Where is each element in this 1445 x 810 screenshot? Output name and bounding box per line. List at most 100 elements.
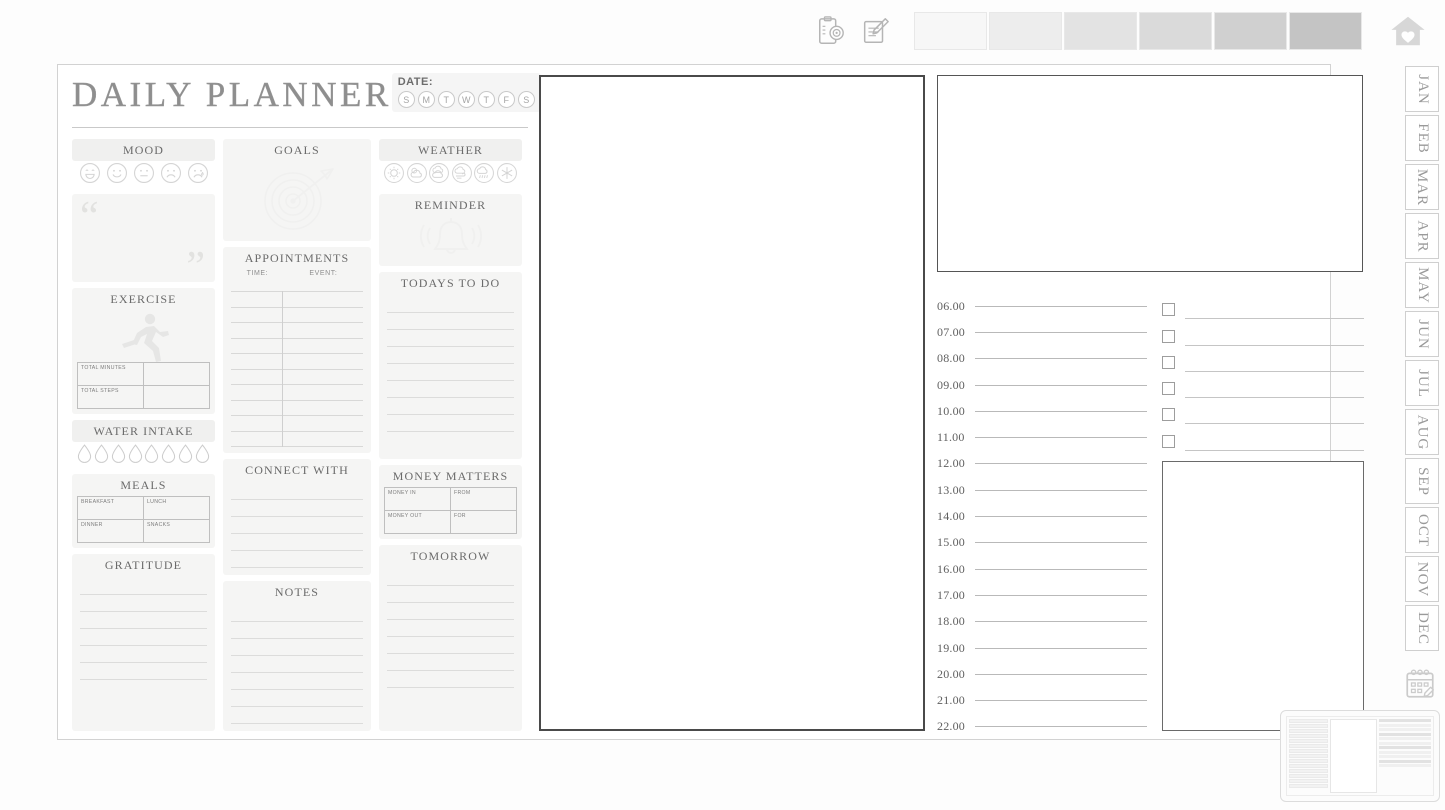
task-write-line[interactable] (1185, 370, 1364, 372)
write-line[interactable] (387, 329, 514, 330)
hour-row[interactable]: 22.00 (937, 714, 1147, 740)
hour-row[interactable]: 07.00 (937, 319, 1147, 345)
goals-card[interactable]: GOALS (223, 139, 371, 241)
connect-lines[interactable] (223, 481, 371, 575)
hour-row[interactable]: 20.00 (937, 661, 1147, 687)
hour-row[interactable]: 11.00 (937, 424, 1147, 450)
hour-row[interactable]: 09.00 (937, 372, 1147, 398)
write-line[interactable] (387, 601, 514, 603)
goal-clipboard-icon[interactable] (816, 16, 846, 46)
color-swatch-3[interactable] (1064, 12, 1137, 50)
hour-row[interactable]: 08.00 (937, 346, 1147, 372)
write-line[interactable] (387, 397, 514, 398)
mood-sad-icon[interactable] (160, 162, 182, 184)
hour-row[interactable]: 16.00 (937, 556, 1147, 582)
main-drawing-canvas[interactable] (539, 75, 925, 731)
hour-row[interactable]: 21.00 (937, 687, 1147, 713)
date-selector[interactable]: DATE: SMTWTFS (391, 73, 541, 112)
hour-write-line[interactable] (975, 542, 1147, 544)
task-write-line[interactable] (1185, 318, 1364, 320)
month-tab-feb[interactable]: FEB (1405, 115, 1439, 161)
task-write-line[interactable] (1185, 449, 1364, 451)
task-write-line[interactable] (1185, 423, 1364, 425)
month-tab-may[interactable]: MAY (1405, 262, 1439, 308)
write-line[interactable] (80, 611, 207, 612)
month-tab-apr[interactable]: APR (1405, 213, 1439, 259)
hour-row[interactable]: 06.00 (937, 293, 1147, 319)
hour-write-line[interactable] (975, 489, 1147, 491)
hour-write-line[interactable] (975, 621, 1147, 623)
appointment-row[interactable] (231, 368, 363, 370)
write-line[interactable] (80, 645, 207, 646)
page-thumbnail-preview[interactable] (1280, 710, 1440, 802)
month-tab-oct[interactable]: OCT (1405, 507, 1439, 553)
write-line[interactable] (80, 679, 207, 680)
weather-cloudy-icon[interactable] (428, 162, 450, 184)
write-line[interactable] (231, 638, 363, 639)
water-drop-3[interactable] (111, 444, 126, 463)
task-write-line[interactable] (1185, 344, 1364, 346)
meal-breakfast[interactable]: BREAKFAST (77, 496, 144, 520)
hour-row[interactable]: 14.00 (937, 503, 1147, 529)
hour-write-line[interactable] (975, 700, 1147, 702)
month-tab-aug[interactable]: AUG (1405, 409, 1439, 455)
appointment-row[interactable] (231, 399, 363, 401)
mood-very-happy-icon[interactable] (79, 162, 101, 184)
write-line[interactable] (80, 662, 207, 663)
write-line[interactable] (387, 363, 514, 364)
hour-write-line[interactable] (975, 647, 1147, 649)
water-drop-6[interactable] (161, 444, 176, 463)
appointment-row[interactable] (231, 384, 363, 385)
write-line[interactable] (387, 346, 514, 347)
write-line[interactable] (387, 414, 514, 415)
write-line[interactable] (387, 584, 514, 586)
todo-lines[interactable] (379, 294, 522, 439)
water-drop-1[interactable] (77, 444, 92, 463)
tomorrow-lines[interactable] (379, 567, 522, 695)
write-line[interactable] (231, 516, 363, 517)
appointment-row[interactable] (231, 291, 363, 292)
appointment-row[interactable] (231, 430, 363, 432)
water-drop-5[interactable] (144, 444, 159, 463)
write-line[interactable] (387, 686, 514, 688)
month-tab-jun[interactable]: JUN (1405, 311, 1439, 357)
exercise-value-steps[interactable] (143, 385, 210, 409)
notes-drawing-canvas[interactable] (937, 75, 1363, 272)
mood-happy-icon[interactable] (106, 162, 128, 184)
hour-write-line[interactable] (975, 358, 1147, 360)
hour-write-line[interactable] (975, 726, 1147, 728)
money-out[interactable]: MONEY OUT (384, 509, 451, 534)
write-line[interactable] (387, 618, 514, 620)
appointment-row[interactable] (231, 415, 363, 416)
money-for[interactable]: FOR (450, 509, 517, 534)
appointment-row[interactable] (231, 322, 363, 323)
write-line[interactable] (231, 533, 363, 534)
appointment-row[interactable] (231, 353, 363, 354)
home-heart-icon[interactable] (1389, 12, 1427, 50)
write-line[interactable] (231, 689, 363, 690)
color-swatch-1[interactable] (914, 12, 987, 50)
appointment-row[interactable] (231, 446, 363, 447)
write-line[interactable] (387, 669, 514, 671)
money-in[interactable]: MONEY IN (384, 486, 451, 511)
task-checkbox[interactable] (1162, 408, 1175, 422)
hour-row[interactable]: 17.00 (937, 582, 1147, 608)
side-drawing-canvas[interactable] (1162, 461, 1364, 731)
calendar-edit-icon[interactable] (1403, 667, 1437, 701)
task-checkbox[interactable] (1162, 355, 1175, 369)
write-line[interactable] (387, 635, 514, 637)
quote-card[interactable]: “ ” (72, 194, 215, 288)
write-line[interactable] (231, 567, 363, 568)
appointments-rows[interactable] (223, 291, 371, 453)
meal-snacks[interactable]: SNACKS (143, 519, 210, 543)
hour-write-line[interactable] (975, 568, 1147, 570)
water-drop-7[interactable] (178, 444, 193, 463)
write-line[interactable] (231, 655, 363, 656)
hour-write-line[interactable] (975, 437, 1147, 439)
hour-row[interactable]: 15.00 (937, 530, 1147, 556)
weather-windy-icon[interactable] (451, 162, 473, 184)
reminder-card[interactable]: REMINDER (379, 194, 522, 266)
exercise-value-minutes[interactable] (143, 362, 210, 386)
weekday-circle-1[interactable]: M (417, 91, 435, 108)
write-line[interactable] (231, 621, 363, 622)
